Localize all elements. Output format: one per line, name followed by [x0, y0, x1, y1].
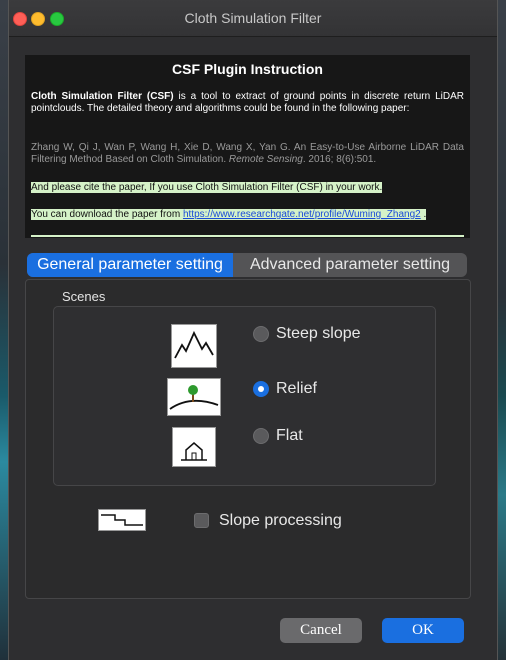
cite-note-text: And please cite the paper, If you use Cl…	[31, 182, 383, 193]
steep-slope-radio[interactable]	[253, 326, 269, 342]
desktop-background-right	[498, 0, 506, 660]
citation-details: . 2016; 8(6):501.	[302, 154, 377, 165]
instruction-intro: Cloth Simulation Filter (CSF) is a tool …	[31, 91, 464, 115]
steep-slope-label: Steep slope	[276, 325, 361, 342]
instruction-panel: CSF Plugin Instruction Cloth Simulation …	[25, 55, 470, 238]
intro-bold: Cloth Simulation Filter (CSF)	[31, 91, 174, 102]
relief-radio[interactable]	[253, 381, 269, 397]
step-icon	[98, 509, 146, 531]
ok-button[interactable]: OK	[382, 618, 464, 643]
tab-advanced-parameter-setting[interactable]: Advanced parameter setting	[233, 253, 467, 277]
download-prefix: You can download the paper from	[31, 209, 183, 220]
window-title: Cloth Simulation Filter	[184, 10, 322, 26]
title-bar: Cloth Simulation Filter	[9, 0, 497, 37]
tab-general-parameter-setting[interactable]: General parameter setting	[27, 253, 233, 277]
desktop-background-left	[0, 0, 8, 660]
download-suffix: .	[420, 209, 427, 220]
download-note: You can download the paper from https://…	[31, 209, 464, 221]
download-link[interactable]: https://www.researchgate.net/profile/Wum…	[183, 209, 421, 220]
citation-journal: Remote Sensing	[228, 154, 303, 165]
cancel-button[interactable]: Cancel	[280, 618, 362, 643]
tree-hill-icon	[167, 378, 221, 416]
flat-radio[interactable]	[253, 428, 269, 444]
tab-bar: General parameter setting Advanced param…	[27, 253, 467, 277]
instruction-title: CSF Plugin Instruction	[172, 61, 323, 77]
slope-processing-checkbox[interactable]	[194, 513, 209, 528]
slope-processing-label: Slope processing	[219, 512, 342, 529]
citation: Zhang W, Qi J, Wan P, Wang H, Xie D, Wan…	[31, 142, 464, 166]
flat-label: Flat	[276, 427, 303, 444]
relief-label: Relief	[276, 380, 317, 397]
house-icon	[172, 427, 216, 467]
cite-note: And please cite the paper, If you use Cl…	[31, 182, 464, 194]
mountain-icon	[171, 324, 217, 368]
scenes-group	[53, 306, 436, 486]
scenes-label: Scenes	[62, 289, 106, 304]
divider	[31, 235, 464, 237]
